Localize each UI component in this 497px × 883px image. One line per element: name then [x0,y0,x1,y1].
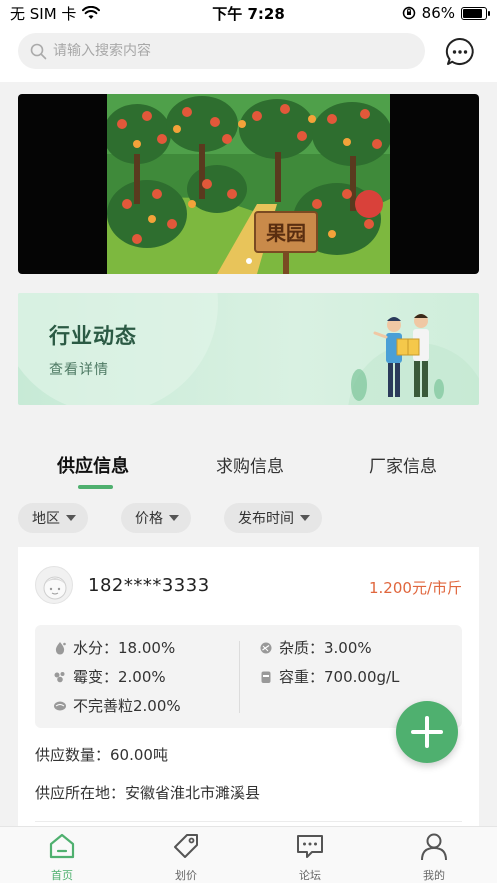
filter-region[interactable]: 地区 [18,503,88,533]
people-reading-illustration [351,314,444,401]
active-tab-indicator [78,485,113,489]
filter-region-label: 地区 [32,511,60,527]
nav-pricing-label: 划价 [175,869,197,882]
orientation-lock-icon [402,6,415,20]
battery-icon [461,6,490,20]
tab-supply[interactable]: 供应信息 [57,452,129,478]
nav-profile-label: 我的 [423,869,445,882]
spec-moisture-text: 水分：18.00% [73,639,176,657]
droplet-icon [55,641,66,654]
industry-news-card[interactable]: 行业动态 查看详情 [18,293,479,405]
nav-pricing[interactable]: 划价 [146,831,226,883]
spec-moisture: 水分：18.00% [53,637,175,658]
search-icon [30,43,47,59]
battery-percent: 86% [421,4,455,22]
banner-sign-text: 果园 [266,221,306,245]
search-bar[interactable] [18,33,425,69]
app-screen: 无 SIM 卡 下午 7:28 86% 请输入搜索内容 果园 行业动态 查看详情… [0,0,497,883]
add-listing-button[interactable] [396,701,458,763]
caret-down-icon [169,515,179,521]
nav-home-label: 首页 [51,869,73,882]
spec-bulk-density-text: 容重：700.00g/L [279,668,400,686]
banner-carousel[interactable]: 果园 [18,94,479,274]
spec-impurity-text: 杂质：3.00% [279,639,372,657]
impurity-icon [260,642,272,653]
search-input[interactable] [53,43,393,59]
wifi-icon [82,6,101,19]
spec-imperfect: 不完善粒2.00% [53,695,181,716]
quality-specs: 水分：18.00% 霉变：2.00% 不完善粒2.00% 杂质：3.00% 容重… [35,625,462,728]
mold-icon [54,671,65,682]
supply-location: 供应所在地：安徽省淮北市濉溪县 [35,784,261,802]
news-detail-link[interactable]: 查看详情 [49,359,109,379]
nav-profile[interactable]: 我的 [394,831,474,883]
spec-imperfect-text: 不完善粒2.00% [73,697,181,715]
seller-phone: 182****3333 [88,575,210,596]
status-bar: 无 SIM 卡 下午 7:28 86% [0,0,497,26]
status-right: 86% [402,4,490,22]
carousel-indicator [18,258,479,264]
nav-forum[interactable]: 论坛 [270,831,350,883]
home-icon [49,833,75,859]
status-left: 无 SIM 卡 [10,3,101,24]
caret-down-icon [66,515,76,521]
header [0,26,497,82]
nav-forum-label: 论坛 [299,869,321,882]
avatar [35,566,73,604]
user-icon [421,833,447,861]
supply-quantity: 供应数量：60.00吨 [35,746,168,764]
carousel-dot-active [245,258,252,264]
chat-bubble-icon[interactable] [444,36,476,68]
filter-price[interactable]: 价格 [121,503,191,533]
filter-price-label: 价格 [135,511,163,527]
spec-mildew: 霉变：2.00% [53,666,166,687]
spec-mildew-text: 霉变：2.00% [73,668,166,686]
default-avatar-icon [43,576,67,600]
tab-purchase[interactable]: 求购信息 [216,452,284,477]
bottom-navigation: 首页 划价 论坛 我的 [0,826,497,883]
filter-publish-time[interactable]: 发布时间 [224,503,322,533]
spec-impurity: 杂质：3.00% [259,637,372,658]
filter-publish-time-label: 发布时间 [238,511,294,527]
tab-manufacturer[interactable]: 厂家信息 [369,452,437,477]
battery-level [463,8,482,18]
spec-bulk-density: 容重：700.00g/L [259,666,399,687]
supply-listing-card[interactable]: 182****3333 1.200元/市斤 水分：18.00% 霉变：2.00%… [18,547,479,837]
nav-home[interactable]: 首页 [22,831,102,883]
caret-down-icon [300,515,310,521]
category-tabs: 供应信息 求购信息 厂家信息 [0,440,497,492]
spec-divider [239,641,240,713]
news-title: 行业动态 [49,324,137,348]
card-divider [35,821,462,822]
carrier-label: 无 SIM 卡 [10,4,77,23]
plus-icon [411,716,443,748]
grain-icon [54,701,66,710]
listing-price: 1.200元/市斤 [369,579,462,597]
forum-icon [297,835,323,858]
orchard-illustration: 果园 [107,94,390,274]
container-icon [261,671,271,683]
tag-icon [174,834,198,858]
